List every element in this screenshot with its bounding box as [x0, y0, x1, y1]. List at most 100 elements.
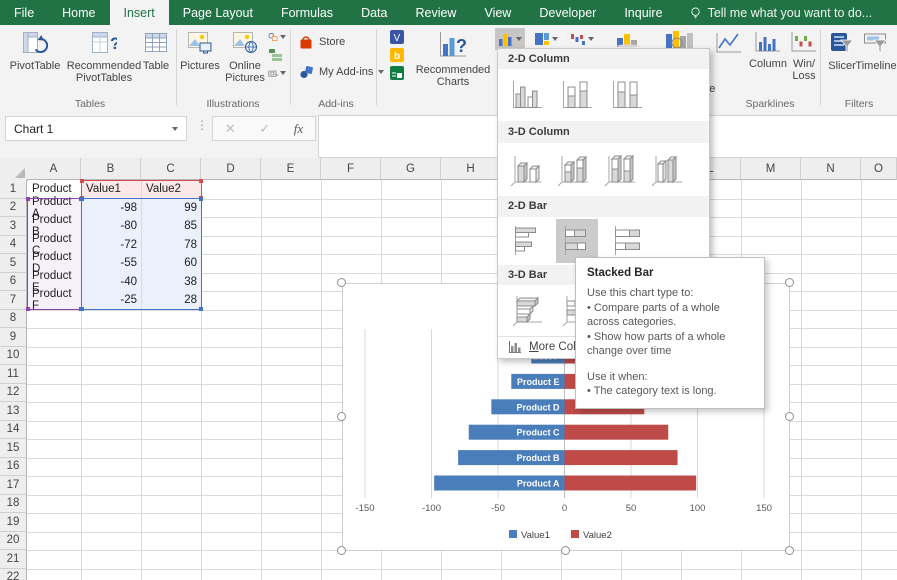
row-header-18[interactable]: 18: [0, 495, 27, 514]
row-header-15[interactable]: 15: [0, 439, 27, 458]
chart-selection-handle[interactable]: [785, 546, 794, 555]
cell-C3[interactable]: 85: [142, 217, 201, 236]
row-header-8[interactable]: 8: [0, 310, 27, 329]
cell-B1[interactable]: Value1: [82, 180, 141, 199]
column-header-G[interactable]: G: [381, 158, 441, 180]
column-header-H[interactable]: H: [441, 158, 501, 180]
table-button[interactable]: Table: [138, 28, 174, 96]
tab-home[interactable]: Home: [48, 0, 109, 25]
chart-type-3d-clustered-column[interactable]: [506, 148, 546, 192]
addin-visio-icon[interactable]: V: [390, 29, 408, 45]
row-header-1[interactable]: 1: [0, 180, 27, 199]
chart-type-clustered-bar[interactable]: [506, 219, 548, 263]
column-header-E[interactable]: E: [261, 158, 321, 180]
row-header-22[interactable]: 22: [0, 569, 27, 580]
row-header-9[interactable]: 9: [0, 328, 27, 347]
cell-C2[interactable]: 99: [142, 199, 201, 218]
addin-excel-icon[interactable]: [390, 65, 408, 81]
row-header-16[interactable]: 16: [0, 458, 27, 477]
chart-selection-handle[interactable]: [337, 412, 346, 421]
chart-selection-handle[interactable]: [785, 412, 794, 421]
row-header-6[interactable]: 6: [0, 273, 27, 292]
insert-function-icon[interactable]: fx: [294, 121, 303, 137]
select-all-corner[interactable]: [0, 158, 28, 181]
cell-B2[interactable]: -98: [82, 199, 141, 218]
row-header-5[interactable]: 5: [0, 254, 27, 273]
smartart-button[interactable]: [268, 47, 286, 63]
online-pictures-button[interactable]: Online Pictures: [222, 28, 268, 96]
formula-bar-dots[interactable]: ⋮: [196, 118, 208, 132]
row-header-10[interactable]: 10: [0, 347, 27, 366]
cell-C5[interactable]: 60: [142, 254, 201, 273]
tab-developer[interactable]: Developer: [525, 0, 610, 25]
row-header-21[interactable]: 21: [0, 550, 27, 569]
column-header-O[interactable]: O: [861, 158, 897, 180]
cell-C7[interactable]: 28: [142, 291, 201, 310]
tab-data[interactable]: Data: [347, 0, 401, 25]
tab-formulas[interactable]: Formulas: [267, 0, 347, 25]
column-header-F[interactable]: F: [321, 158, 381, 180]
chart-type-100-stacked-column[interactable]: [606, 73, 648, 117]
insert-waterfall-chart-button[interactable]: [567, 28, 597, 50]
row-header-2[interactable]: 2: [0, 199, 27, 218]
column-header-M[interactable]: M: [741, 158, 801, 180]
chart-type-stacked-column[interactable]: [556, 73, 598, 117]
chart-type-3d-column[interactable]: [647, 148, 687, 192]
shapes-button[interactable]: [268, 29, 286, 45]
chart-type-clustered-column[interactable]: [506, 73, 548, 117]
insert-column-bar-chart-button[interactable]: [495, 28, 525, 50]
addin-bing-icon[interactable]: b: [390, 47, 408, 63]
name-box-caret[interactable]: [172, 127, 178, 131]
cell-C4[interactable]: 78: [142, 236, 201, 255]
chart-type-3d-100-stacked-column[interactable]: [600, 148, 640, 192]
cell-B6[interactable]: -40: [82, 273, 141, 292]
chart-type-3d-clustered-bar[interactable]: [506, 289, 548, 333]
row-header-14[interactable]: 14: [0, 421, 27, 440]
cell-B4[interactable]: -72: [82, 236, 141, 255]
column-header-A[interactable]: A: [27, 158, 81, 180]
cancel-icon[interactable]: ✕: [225, 121, 236, 137]
cell-B3[interactable]: -80: [82, 217, 141, 236]
chart-selection-handle[interactable]: [561, 546, 570, 555]
insert-combo-chart-button[interactable]: [612, 28, 644, 50]
insert-hierarchy-chart-button[interactable]: [531, 28, 561, 50]
row-header-7[interactable]: 7: [0, 291, 27, 310]
sparkline-column-button[interactable]: Column: [746, 28, 790, 96]
name-box[interactable]: Chart 1: [5, 116, 187, 141]
cell-C1[interactable]: Value2: [142, 180, 201, 199]
recommended-pivottables-button[interactable]: ? Recommended PivotTables: [64, 28, 144, 96]
cell-A7[interactable]: Product F: [28, 291, 81, 310]
tab-page-layout[interactable]: Page Layout: [169, 0, 267, 25]
insert-pivotchart-button[interactable]: [660, 28, 700, 50]
tab-insert[interactable]: Insert: [110, 0, 169, 25]
tab-review[interactable]: Review: [401, 0, 470, 25]
tab-inquire[interactable]: Inquire: [610, 0, 676, 25]
tab-file[interactable]: File: [0, 0, 48, 25]
row-header-19[interactable]: 19: [0, 513, 27, 532]
row-header-11[interactable]: 11: [0, 365, 27, 384]
chart-selection-handle[interactable]: [785, 278, 794, 287]
sparkline-winloss-button[interactable]: Win/ Loss: [789, 28, 819, 96]
cell-B7[interactable]: -25: [82, 291, 141, 310]
row-header-3[interactable]: 3: [0, 217, 27, 236]
cell-B5[interactable]: -55: [82, 254, 141, 273]
store-button[interactable]: Store: [298, 33, 345, 51]
column-header-B[interactable]: B: [81, 158, 141, 180]
column-header-N[interactable]: N: [801, 158, 861, 180]
sparkline-line-button[interactable]: [712, 30, 746, 56]
column-header-D[interactable]: D: [201, 158, 261, 180]
tell-me-box[interactable]: Tell me what you want to do...: [689, 0, 873, 25]
pivottable-button[interactable]: PivotTable: [6, 28, 64, 96]
chart-selection-handle[interactable]: [337, 278, 346, 287]
screenshot-button[interactable]: [268, 65, 286, 81]
tab-view[interactable]: View: [470, 0, 525, 25]
timeline-button[interactable]: Timeline: [856, 28, 896, 96]
column-header-C[interactable]: C: [141, 158, 201, 180]
recommended-charts-button[interactable]: ? Recommended Charts: [412, 28, 494, 96]
pictures-button[interactable]: Pictures: [180, 28, 220, 96]
cell-C6[interactable]: 38: [142, 273, 201, 292]
row-header-12[interactable]: 12: [0, 384, 27, 403]
row-header-17[interactable]: 17: [0, 476, 27, 495]
row-header-4[interactable]: 4: [0, 236, 27, 255]
row-header-20[interactable]: 20: [0, 532, 27, 551]
